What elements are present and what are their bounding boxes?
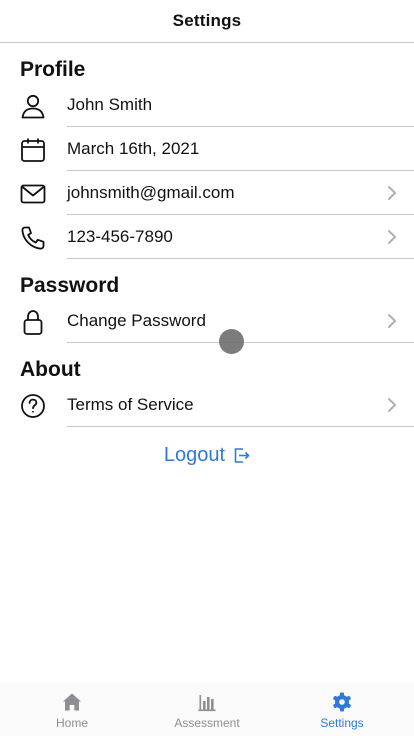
calendar-icon — [20, 137, 46, 163]
gear-icon — [333, 692, 351, 712]
tab-bar: Home Assessment Settings — [0, 683, 414, 736]
tab-home[interactable]: Home — [3, 683, 141, 736]
section-title-profile: Profile — [20, 58, 86, 81]
tab-settings-label: Settings — [320, 716, 364, 730]
navigation-bar: Settings — [0, 0, 414, 43]
home-icon — [63, 693, 81, 711]
profile-phone-row[interactable]: 123-456-7890 — [0, 215, 414, 259]
tab-assessment-label: Assessment — [174, 716, 240, 730]
logout-button[interactable]: Logout — [0, 440, 414, 470]
profile-phone-label: 123-456-7890 — [67, 227, 173, 246]
lock-icon — [20, 309, 46, 335]
profile-date-label: March 16th, 2021 — [67, 139, 200, 158]
profile-date-row[interactable]: March 16th, 2021 — [0, 127, 414, 171]
mail-icon — [20, 181, 46, 207]
logout-icon — [234, 447, 250, 463]
tab-home-label: Home — [55, 716, 88, 730]
terms-of-service-label: Terms of Service — [67, 395, 194, 414]
row-divider — [67, 426, 414, 427]
phone-icon — [20, 225, 46, 251]
profile-name-label: John Smith — [67, 95, 153, 114]
chevron-right-icon — [388, 398, 396, 412]
touch-indicator — [219, 329, 244, 354]
section-title-password: Password — [20, 274, 120, 297]
section-title-about: About — [20, 358, 81, 381]
tab-assessment[interactable]: Assessment — [138, 683, 276, 736]
logout-label: Logout — [163, 443, 226, 466]
profile-name-row[interactable]: John Smith — [0, 83, 414, 127]
help-circle-icon — [20, 393, 46, 419]
chevron-right-icon — [388, 230, 396, 244]
tab-settings[interactable]: Settings — [273, 683, 411, 736]
page-title: Settings — [172, 11, 242, 30]
row-divider — [67, 258, 414, 259]
user-icon — [20, 93, 46, 119]
terms-of-service-row[interactable]: Terms of Service — [0, 383, 414, 427]
change-password-label: Change Password — [67, 311, 206, 330]
change-password-row[interactable]: Change Password — [0, 299, 414, 343]
settings-screen: Settings Profile John Smith March 16th, … — [0, 0, 414, 736]
bar-chart-icon — [198, 695, 216, 712]
profile-email-label: johnsmith@gmail.com — [67, 183, 235, 202]
chevron-right-icon — [388, 186, 396, 200]
profile-email-row[interactable]: johnsmith@gmail.com — [0, 171, 414, 215]
chevron-right-icon — [388, 314, 396, 328]
